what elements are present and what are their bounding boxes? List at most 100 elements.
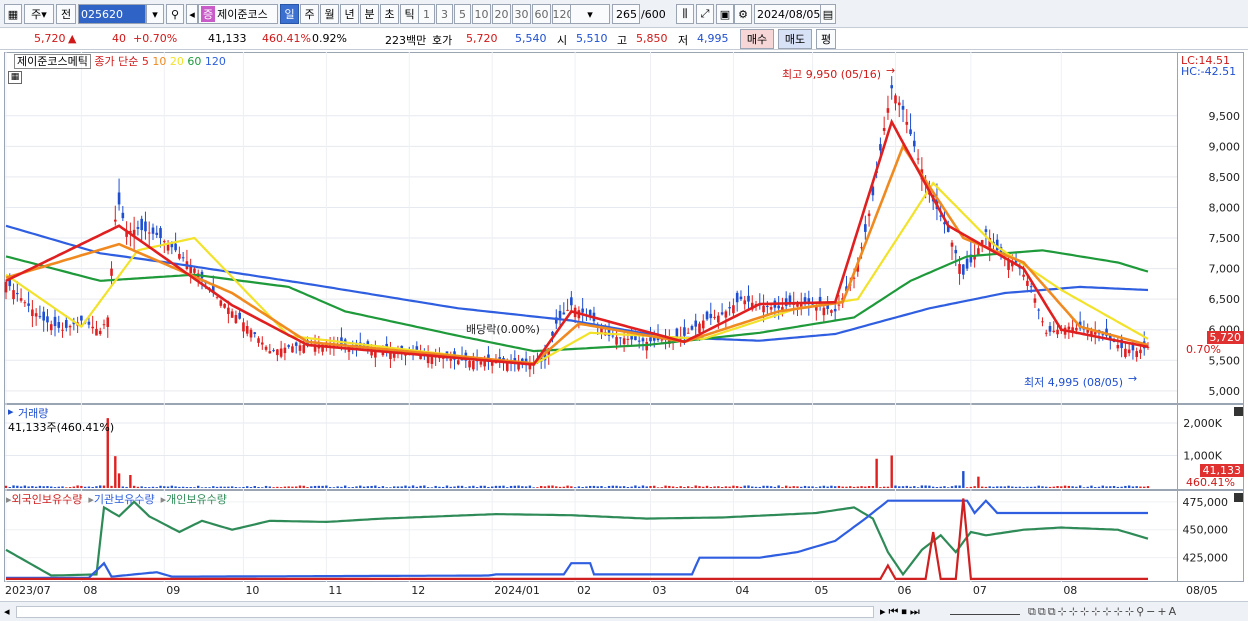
price-legend: 제이준코스메틱 종가 단순 5 10 20 60 120 xyxy=(14,53,226,69)
volume-bar xyxy=(408,486,411,488)
volume-bar xyxy=(423,485,426,488)
volume-bar xyxy=(950,486,954,488)
volume-bar xyxy=(295,486,298,488)
volume-bar xyxy=(185,487,189,488)
volume-bar xyxy=(660,487,664,488)
volume-bar xyxy=(536,487,539,488)
candle-body xyxy=(581,308,584,313)
volume-bar xyxy=(144,487,147,488)
candle-body xyxy=(230,311,234,318)
volume-bar xyxy=(155,487,158,488)
volume-bar xyxy=(935,486,939,488)
volume-bar xyxy=(532,487,535,488)
ma-line-5 xyxy=(5,118,1149,366)
volume-bar xyxy=(524,486,528,488)
volume-bar xyxy=(562,486,566,488)
candle-body xyxy=(1135,351,1138,358)
candle-body xyxy=(4,282,8,293)
candle-body xyxy=(46,316,49,323)
volume-bar xyxy=(1056,486,1059,488)
price-tick-label: 5,500 xyxy=(1209,354,1241,367)
legend-ma-label: 종가 단순 xyxy=(94,55,139,68)
volume-bar xyxy=(159,485,162,488)
zoom-slider[interactable] xyxy=(950,607,1020,615)
time-tick-label: 10 xyxy=(245,584,259,597)
legend-stock-name[interactable]: 제이준코스메틱 xyxy=(14,54,91,69)
volume-bar xyxy=(95,486,98,488)
candle-body xyxy=(958,264,961,274)
candle-body xyxy=(683,327,686,336)
volume-bar xyxy=(91,486,94,488)
volume-bar xyxy=(815,487,818,488)
time-tick-label: 08 xyxy=(1063,584,1077,597)
volume-bar xyxy=(313,485,317,488)
volume-bar xyxy=(1116,486,1120,488)
low-annotation: 최저 4,995 (08/05) xyxy=(1024,376,1124,389)
candle-body xyxy=(57,322,61,328)
candle-body xyxy=(724,311,728,318)
volume-bar xyxy=(415,486,419,488)
holding-panel-close-icon[interactable] xyxy=(1234,493,1243,502)
volume-bar xyxy=(1146,486,1150,488)
drawing-tools[interactable]: ⧉⧉⧉⊹⊹⊹⊹⊹⊹⊹⚲−+A xyxy=(1028,605,1178,619)
legend-ma-periods: 5 10 20 60 120 xyxy=(142,55,226,68)
candle-body xyxy=(916,158,920,160)
volume-bar xyxy=(717,486,720,488)
volume-bar xyxy=(830,485,833,488)
volume-bar xyxy=(577,486,581,488)
volume-bar xyxy=(1143,486,1146,488)
candle-body xyxy=(743,300,747,305)
volume-bar xyxy=(253,485,256,488)
volume-bar xyxy=(604,487,607,488)
volume-panel-close-icon[interactable] xyxy=(1234,407,1243,416)
volume-bar xyxy=(920,485,924,488)
candle-body xyxy=(1101,334,1105,336)
volume-bar xyxy=(860,486,863,488)
volume-bar xyxy=(679,486,682,488)
volume-bar xyxy=(977,476,980,488)
candle-body xyxy=(245,326,249,334)
candle-body xyxy=(234,315,238,324)
volume-bar xyxy=(879,487,882,488)
scroll-left-icon[interactable]: ◂ xyxy=(4,605,10,618)
volume-bar xyxy=(1124,485,1127,488)
candle-body xyxy=(686,332,690,334)
chart-canvas[interactable]: 5,0005,5006,0006,5007,0007,5008,0008,500… xyxy=(0,0,1248,621)
volume-bar xyxy=(317,485,321,488)
volume-bar xyxy=(38,485,42,488)
candle-body xyxy=(566,309,569,311)
candle-body xyxy=(762,305,765,313)
volume-bar xyxy=(875,458,878,488)
volume-bar xyxy=(61,486,64,488)
volume-bar xyxy=(671,486,675,488)
volume-bar xyxy=(607,485,611,488)
volume-tick-label: 2,000K xyxy=(1183,417,1222,430)
grid-toggle-icon[interactable]: ▦ xyxy=(8,71,22,84)
volume-bar xyxy=(325,485,328,488)
volume-bar xyxy=(1075,486,1078,488)
volume-bar xyxy=(1139,486,1142,488)
volume-bar xyxy=(72,486,76,488)
time-tick-label: 12 xyxy=(411,584,425,597)
price-tick-label: 7,500 xyxy=(1209,232,1241,245)
time-scrollbar[interactable] xyxy=(16,606,874,618)
candle-body xyxy=(1127,349,1131,354)
candle-body xyxy=(637,340,641,342)
volume-bar xyxy=(1048,486,1052,488)
volume-bar xyxy=(381,486,385,488)
volume-bar xyxy=(705,485,709,488)
volume-bar xyxy=(249,487,253,488)
price-tick-label: 8,000 xyxy=(1209,201,1241,214)
candle-body xyxy=(19,298,23,301)
volume-title-icon: ▸ xyxy=(8,405,14,418)
volume-bar xyxy=(332,487,336,488)
volume-bar xyxy=(76,485,79,488)
volume-bar xyxy=(886,486,890,488)
volume-bar xyxy=(404,485,407,488)
candle-body xyxy=(1052,330,1056,332)
holding-tick-label: 425,000 xyxy=(1183,552,1229,565)
volume-bar xyxy=(400,486,403,488)
playback-controls[interactable]: ▸⏮⏹⏭ xyxy=(880,605,923,619)
volume-bar xyxy=(347,487,351,488)
candle-body xyxy=(1093,332,1097,335)
